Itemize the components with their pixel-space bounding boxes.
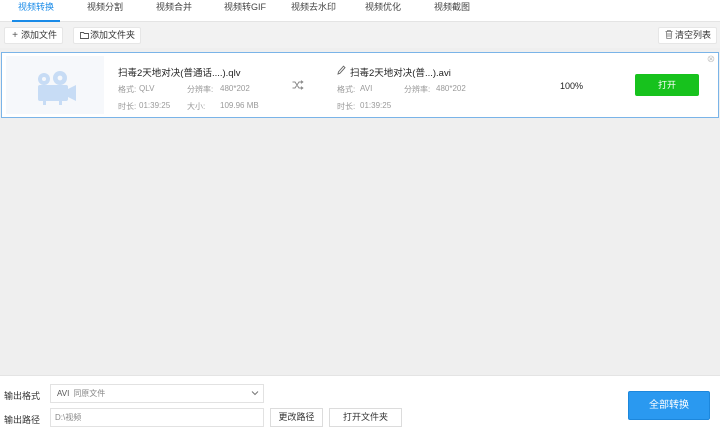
tab-bar: 视频转换 视频分割 视频合并 视频转GIF 视频去水印 视频优化 视频截图: [0, 0, 720, 22]
tab-video-merge[interactable]: 视频合并: [156, 0, 192, 22]
tab-video-split[interactable]: 视频分割: [87, 0, 123, 22]
toolbar: + 添加文件 添加文件夹 清空列表: [0, 22, 720, 48]
folder-icon: [79, 28, 89, 43]
add-file-button[interactable]: + 添加文件: [4, 27, 64, 44]
video-thumbnail: [6, 56, 104, 114]
source-resolution-label: 分辨率:: [187, 85, 214, 94]
add-folder-button[interactable]: 添加文件夹: [73, 27, 142, 44]
source-file-name: 扫毒2天地对决(普通话....).qlv: [118, 68, 241, 79]
clear-list-button[interactable]: 清空列表: [658, 27, 718, 44]
output-format-label: 输出格式: [4, 391, 41, 401]
output-duration-value: 01:39:25: [360, 101, 392, 110]
add-folder-label: 添加文件夹: [90, 30, 136, 40]
source-resolution-value: 480*202: [220, 84, 250, 93]
output-path-label: 输出路径: [4, 415, 41, 425]
convert-arrow-icon: [292, 80, 304, 92]
open-button[interactable]: 打开: [635, 74, 699, 96]
video-camera-icon: [38, 71, 76, 105]
chevron-down-icon: [251, 385, 259, 402]
remove-file-icon[interactable]: ⊗: [706, 55, 716, 65]
output-duration-label: 时长:: [337, 102, 356, 111]
tab-video-optimize[interactable]: 视频优化: [365, 0, 401, 22]
clear-list-label: 清空列表: [675, 30, 712, 40]
source-duration-value: 01:39:25: [139, 101, 171, 110]
tab-video-remove-watermark[interactable]: 视频去水印: [291, 0, 336, 22]
footer: 输出格式 AVI同原文件 输出路径 更改路径 打开文件夹 全部转换: [0, 375, 720, 434]
output-path-input[interactable]: [50, 408, 264, 427]
output-resolution-value: 480*202: [436, 84, 466, 93]
change-path-button[interactable]: 更改路径: [270, 408, 323, 427]
source-size-value: 109.96 MB: [220, 101, 259, 110]
output-file-name: 扫毒2天地对决(普...).avi: [350, 68, 451, 79]
tab-video-to-gif[interactable]: 视频转GIF: [224, 0, 266, 22]
output-resolution-label: 分辨率:: [404, 85, 431, 94]
output-format-value: AVI: [360, 84, 373, 93]
open-folder-button[interactable]: 打开文件夹: [329, 408, 402, 427]
edit-output-name-icon[interactable]: [337, 65, 346, 77]
source-size-label: 大小:: [187, 102, 206, 111]
source-format-label: 格式:: [118, 85, 137, 94]
progress-percent: 100%: [560, 81, 584, 91]
plus-icon: +: [12, 30, 18, 41]
tab-video-screenshot[interactable]: 视频截图: [434, 0, 470, 22]
file-list: 扫毒2天地对决(普通话....).qlv 格式: QLV 分辨率: 480*20…: [0, 48, 720, 375]
output-format-value: AVI: [57, 389, 70, 398]
file-row[interactable]: 扫毒2天地对决(普通话....).qlv 格式: QLV 分辨率: 480*20…: [1, 52, 719, 118]
convert-all-button[interactable]: 全部转换: [628, 391, 710, 420]
source-format-value: QLV: [139, 84, 155, 93]
output-format-sub: 同原文件: [73, 389, 106, 398]
output-format-select[interactable]: AVI 同原文件: [50, 384, 264, 403]
output-format-label: 格式:: [337, 85, 356, 94]
tab-video-convert[interactable]: 视频转换: [11, 0, 61, 22]
trash-icon: [664, 28, 674, 43]
add-file-label: 添加文件: [21, 30, 58, 40]
source-duration-label: 时长:: [118, 102, 137, 111]
